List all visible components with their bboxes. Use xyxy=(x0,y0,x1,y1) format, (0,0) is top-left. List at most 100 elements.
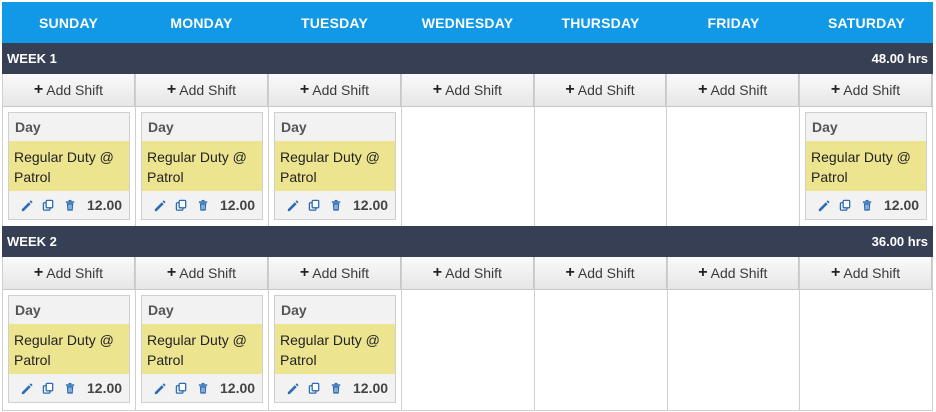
add-shift-button[interactable]: + Add Shift xyxy=(402,74,534,107)
shift-hours: 12.00 xyxy=(353,380,389,396)
shift-card[interactable]: Day Regular Duty @ Patrol 12.00 xyxy=(8,112,130,220)
shift-description: Regular Duty @ Patrol xyxy=(142,324,262,374)
shift-hours: 12.00 xyxy=(353,197,389,213)
add-shift-button[interactable]: + Add Shift xyxy=(800,74,933,107)
shift-title: Day xyxy=(148,302,174,318)
shift-area xyxy=(535,107,667,227)
trash-icon[interactable] xyxy=(861,199,874,212)
add-shift-button[interactable]: + Add Shift xyxy=(667,257,800,290)
copy-icon[interactable] xyxy=(175,382,188,395)
shift-assignment: Regular Duty @ xyxy=(14,332,114,348)
plus-icon: + xyxy=(698,264,708,281)
edit-icon[interactable] xyxy=(20,382,33,395)
edit-icon[interactable] xyxy=(153,382,166,395)
shift-area: Day Regular Duty @ Patrol 12.00 xyxy=(136,107,268,227)
shift-location: Patrol xyxy=(14,169,51,185)
copy-icon[interactable] xyxy=(839,199,852,212)
plus-icon: + xyxy=(565,81,575,98)
shift-area: Day Regular Duty @ Patrol 12.00 xyxy=(3,290,135,410)
shift-actions: 12.00 xyxy=(9,374,129,402)
shift-area xyxy=(668,290,800,410)
edit-icon[interactable] xyxy=(153,199,166,212)
copy-icon[interactable] xyxy=(175,199,188,212)
shift-area xyxy=(667,107,799,227)
add-shift-button[interactable]: + Add Shift xyxy=(136,74,268,107)
add-shift-button[interactable]: + Add Shift xyxy=(269,74,401,107)
trash-icon[interactable] xyxy=(64,382,77,395)
plus-icon: + xyxy=(432,81,443,98)
trash-icon[interactable] xyxy=(330,382,343,395)
shift-actions: 12.00 xyxy=(806,191,926,219)
shift-assignment: Regular Duty @ xyxy=(14,149,114,165)
plus-icon: + xyxy=(33,81,44,98)
copy-icon[interactable] xyxy=(308,382,321,395)
shift-hours: 12.00 xyxy=(884,197,920,213)
week-1-section: WEEK 1 48.00 hrs + Add Shift Day Regular Duty… xyxy=(2,43,934,228)
shift-actions: 12.00 xyxy=(275,374,395,402)
shift-location: Patrol xyxy=(14,352,51,368)
add-shift-button[interactable]: + Add Shift xyxy=(402,257,534,290)
add-shift-button[interactable]: + Add Shift xyxy=(3,257,135,290)
add-shift-button[interactable]: + Add Shift xyxy=(3,74,135,107)
week-label: WEEK 1 xyxy=(7,51,57,66)
week-day-row: + Add Shift Day Regular Duty @ Patrol 12.00 + A… xyxy=(2,257,933,411)
edit-icon[interactable] xyxy=(286,382,299,395)
shift-location: Patrol xyxy=(147,169,184,185)
shift-description: Regular Duty @ Patrol xyxy=(9,324,129,374)
trash-icon[interactable] xyxy=(197,199,210,212)
week-header-bar: WEEK 2 36.00 hrs xyxy=(2,226,933,257)
shift-card[interactable]: Day Regular Duty @ Patrol 12.00 xyxy=(8,295,130,403)
trash-icon[interactable] xyxy=(64,199,77,212)
add-shift-button[interactable]: + Add Shift xyxy=(269,257,401,290)
plus-icon: + xyxy=(432,264,443,281)
add-shift-label: Add Shift xyxy=(577,265,635,281)
shift-card[interactable]: Day Regular Duty @ Patrol 12.00 xyxy=(274,112,396,220)
edit-icon[interactable] xyxy=(817,199,830,212)
shift-location: Patrol xyxy=(811,169,848,185)
add-shift-button[interactable]: + Add Shift xyxy=(534,257,667,290)
edit-icon[interactable] xyxy=(20,199,33,212)
add-shift-label: Add Shift xyxy=(445,82,502,98)
shift-card[interactable]: Day Regular Duty @ Patrol 12.00 xyxy=(141,295,263,403)
day-cell-saturday: + Add Shift xyxy=(800,257,933,411)
shift-description: Regular Duty @ Patrol xyxy=(142,141,262,191)
shift-area xyxy=(402,290,534,410)
shift-card[interactable]: Day Regular Duty @ Patrol 12.00 xyxy=(141,112,263,220)
shift-hours: 12.00 xyxy=(220,197,256,213)
plus-icon: + xyxy=(166,81,177,98)
day-header-row: SUNDAY MONDAY TUESDAY WEDNESDAY THURSDAY FRID… xyxy=(2,2,933,43)
edit-icon[interactable] xyxy=(286,199,299,212)
copy-icon[interactable] xyxy=(308,199,321,212)
trash-icon[interactable] xyxy=(330,199,343,212)
trash-icon[interactable] xyxy=(197,382,210,395)
shift-hours: 12.00 xyxy=(220,380,256,396)
week-day-row: + Add Shift Day Regular Duty @ Patrol 12.00 + A… xyxy=(2,74,934,228)
add-shift-button[interactable]: + Add Shift xyxy=(136,257,268,290)
shift-title: Day xyxy=(281,119,307,135)
shift-card[interactable]: Day Regular Duty @ Patrol 12.00 xyxy=(805,112,928,220)
add-shift-button[interactable]: + Add Shift xyxy=(800,257,932,290)
shift-scheduler: SUNDAY MONDAY TUESDAY WEDNESDAY THURSDAY FRID… xyxy=(2,2,934,411)
day-cell-monday: + Add Shift Day Regular Duty @ Patrol 12.00 xyxy=(136,257,269,411)
shift-description: Regular Duty @ Patrol xyxy=(806,141,927,191)
shift-title: Day xyxy=(15,119,41,135)
add-shift-button[interactable]: + Add Shift xyxy=(667,74,800,107)
add-shift-label: Add Shift xyxy=(445,265,502,281)
day-cell-monday: + Add Shift Day Regular Duty @ Patrol 12.00 xyxy=(136,74,269,228)
shift-title: Day xyxy=(148,119,174,135)
copy-icon[interactable] xyxy=(42,382,55,395)
day-header-monday: MONDAY xyxy=(170,14,233,31)
shift-location: Patrol xyxy=(280,352,317,368)
add-shift-label: Add Shift xyxy=(843,82,901,98)
shift-hours: 12.00 xyxy=(87,380,123,396)
day-header-thursday: THURSDAY xyxy=(561,14,640,31)
copy-icon[interactable] xyxy=(42,199,55,212)
add-shift-button[interactable]: + Add Shift xyxy=(534,74,667,107)
shift-area: Day Regular Duty @ Patrol 12.00 xyxy=(3,107,135,227)
shift-actions: 12.00 xyxy=(142,191,262,219)
plus-icon: + xyxy=(166,264,177,281)
day-header-sunday: SUNDAY xyxy=(38,14,99,31)
shift-card[interactable]: Day Regular Duty @ Patrol 12.00 xyxy=(274,295,396,403)
shift-actions: 12.00 xyxy=(275,191,395,219)
shift-area: Day Regular Duty @ Patrol 12.00 xyxy=(269,290,401,410)
